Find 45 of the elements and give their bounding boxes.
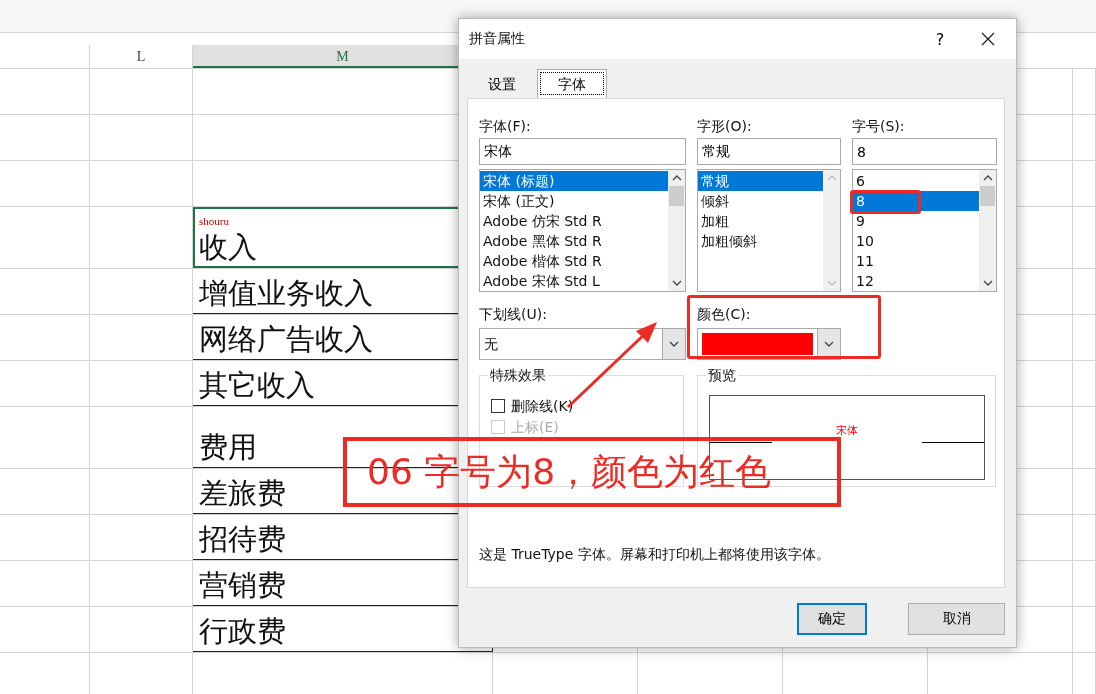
list-item[interactable]: 加粗倾斜 — [698, 231, 823, 251]
list-item[interactable]: 11 — [853, 251, 979, 271]
scroll-down-icon[interactable] — [671, 280, 682, 286]
tab[interactable]: 设置 — [467, 69, 537, 98]
list-item[interactable]: 12 — [853, 271, 979, 291]
field-label: 字体(F): — [479, 117, 532, 136]
close-icon[interactable] — [981, 32, 995, 46]
list-item[interactable]: Adobe 楷体 Std R — [480, 251, 668, 271]
list-item[interactable]: 9 — [853, 211, 979, 231]
field-label: 字形(O): — [697, 117, 753, 136]
list-item[interactable]: 10 — [853, 231, 979, 251]
scroll-down-icon[interactable] — [982, 280, 993, 286]
list-item[interactable]: 加粗 — [698, 211, 823, 231]
highlight-frame — [850, 190, 921, 214]
list-item[interactable]: 倾斜 — [698, 191, 823, 211]
dialog-button[interactable]: 取消 — [908, 603, 1005, 635]
tab[interactable]: 字体 — [537, 69, 607, 98]
window-title: 拼音属性 — [469, 30, 526, 48]
list-item[interactable]: 宋体 (标题) — [480, 171, 668, 191]
scrollbar[interactable] — [979, 170, 996, 291]
help-button[interactable]: ? — [920, 29, 960, 49]
input-field[interactable]: 8 — [852, 138, 997, 165]
list-item[interactable]: 常规 — [698, 171, 823, 191]
underline-dropdown[interactable]: 无 — [479, 328, 686, 360]
input-field[interactable]: 宋体 — [479, 138, 686, 165]
group-label: 预览 — [706, 366, 738, 384]
field-label: 颜色(C): — [697, 305, 752, 324]
scroll-up-icon[interactable] — [671, 175, 682, 181]
dialog-button[interactable]: 确定 — [797, 603, 867, 635]
scroll-down-icon[interactable] — [824, 341, 834, 347]
scroll-up-icon[interactable] — [982, 175, 993, 181]
list-item[interactable]: Adobe 仿宋 Std R — [480, 211, 668, 231]
list-item[interactable]: Adobe 黑体 Std R — [480, 231, 668, 251]
scrollbar[interactable] — [668, 170, 685, 291]
list-item[interactable]: 宋体 (正文) — [480, 191, 668, 211]
list-item[interactable]: 6 — [853, 171, 979, 191]
scroll-down-icon[interactable] — [669, 341, 679, 347]
input-field[interactable]: 常规 — [697, 138, 841, 165]
phonetic-text: shouru — [199, 215, 230, 227]
group-label: 特殊效果 — [488, 366, 548, 384]
list-item[interactable]: 8 — [853, 191, 979, 211]
field-label: 字号(S): — [852, 117, 906, 136]
preview-text: 宋体 — [836, 423, 858, 438]
scroll-thumb[interactable] — [980, 186, 995, 206]
scroll-thumb[interactable] — [669, 186, 684, 206]
